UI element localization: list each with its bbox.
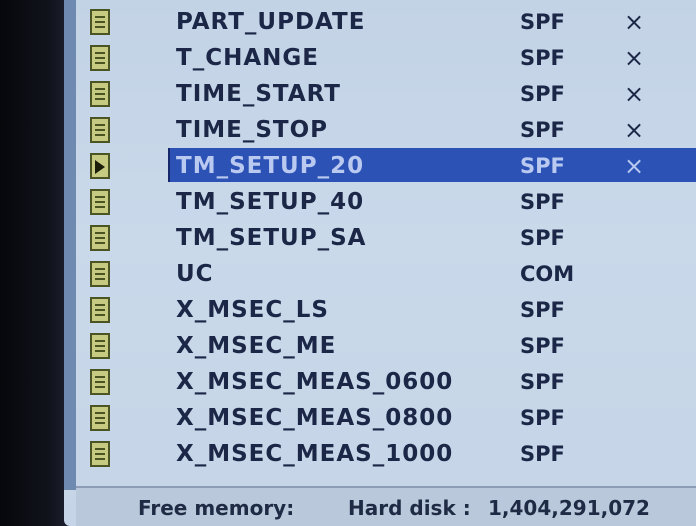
file-name: X_MSEC_MEAS_0600 [176, 369, 454, 395]
file-type: SPF [520, 118, 565, 142]
file-row[interactable]: TIME_START SPF × [76, 76, 696, 112]
file-name: UC [176, 261, 214, 287]
file-row[interactable]: X_MSEC_MEAS_0800 SPF [76, 400, 696, 436]
file-enable-mark: × [624, 116, 645, 144]
program-file-icon[interactable] [90, 441, 110, 467]
file-row[interactable]: UC COM [76, 256, 696, 292]
file-row[interactable]: TM_SETUP_SA SPF [76, 220, 696, 256]
program-file-icon[interactable] [90, 9, 110, 35]
program-file-icon[interactable] [90, 81, 110, 107]
file-row[interactable]: X_MSEC_LS SPF [76, 292, 696, 328]
file-enable-mark: × [624, 152, 645, 180]
file-name: X_MSEC_MEAS_1000 [176, 441, 454, 467]
program-file-icon[interactable] [90, 369, 110, 395]
file-name: TIME_STOP [176, 117, 329, 143]
program-file-icon[interactable] [90, 405, 110, 431]
play-file-icon[interactable] [90, 153, 110, 179]
file-row[interactable]: X_MSEC_MEAS_0600 SPF [76, 364, 696, 400]
program-file-icon[interactable] [90, 225, 110, 251]
file-type: SPF [520, 298, 565, 322]
file-type: SPF [520, 442, 565, 466]
program-file-icon[interactable] [90, 333, 110, 359]
file-name: T_CHANGE [176, 45, 319, 71]
file-type: COM [520, 262, 575, 286]
free-memory-label: Free memory: [138, 496, 295, 520]
file-row[interactable]: X_MSEC_ME SPF [76, 328, 696, 364]
file-type: SPF [520, 82, 565, 106]
file-type: SPF [520, 406, 565, 430]
file-name: PART_UPDATE [176, 9, 366, 35]
file-name: TIME_START [176, 81, 341, 107]
file-type: SPF [520, 190, 565, 214]
file-name: X_MSEC_MEAS_0800 [176, 405, 454, 431]
file-name: TM_SETUP_SA [176, 225, 367, 251]
monitor-bezel [0, 0, 70, 526]
program-file-icon[interactable] [90, 261, 110, 287]
file-row[interactable]: TIME_STOP SPF × [76, 112, 696, 148]
file-row[interactable]: T_CHANGE SPF × [76, 40, 696, 76]
program-file-icon[interactable] [90, 117, 110, 143]
file-row[interactable]: TM_SETUP_40 SPF [76, 184, 696, 220]
file-name: X_MSEC_LS [176, 297, 329, 323]
file-row[interactable]: TM_SETUP_20 SPF × [76, 148, 696, 184]
file-enable-mark: × [624, 80, 645, 108]
hard-disk-value: 1,404,291,072 [488, 496, 650, 520]
file-row[interactable]: X_MSEC_MEAS_1000 SPF [76, 436, 696, 472]
file-name: TM_SETUP_20 [176, 153, 365, 179]
program-file-icon[interactable] [90, 189, 110, 215]
program-file-icon[interactable] [90, 45, 110, 71]
file-enable-mark: × [624, 8, 645, 36]
file-type: SPF [520, 226, 565, 250]
file-type: SPF [520, 334, 565, 358]
file-list: PART_UPDATE SPF × T_CHANGE SPF × TIME_START SPF… [76, 4, 696, 472]
file-type: SPF [520, 46, 565, 70]
file-type: SPF [520, 10, 565, 34]
program-file-icon[interactable] [90, 297, 110, 323]
file-name: TM_SETUP_40 [176, 189, 365, 215]
file-name: X_MSEC_ME [176, 333, 337, 359]
status-bar: Free memory: Hard disk : 1,404,291,072 [76, 486, 696, 526]
file-enable-mark: × [624, 44, 645, 72]
file-browser-screen: PART_UPDATE SPF × T_CHANGE SPF × TIME_START SPF… [64, 0, 696, 526]
file-type: SPF [520, 370, 565, 394]
file-type: SPF [520, 154, 565, 178]
left-panel-strip [64, 0, 76, 490]
file-row[interactable]: PART_UPDATE SPF × [76, 4, 696, 40]
hard-disk-label: Hard disk : [348, 496, 471, 520]
